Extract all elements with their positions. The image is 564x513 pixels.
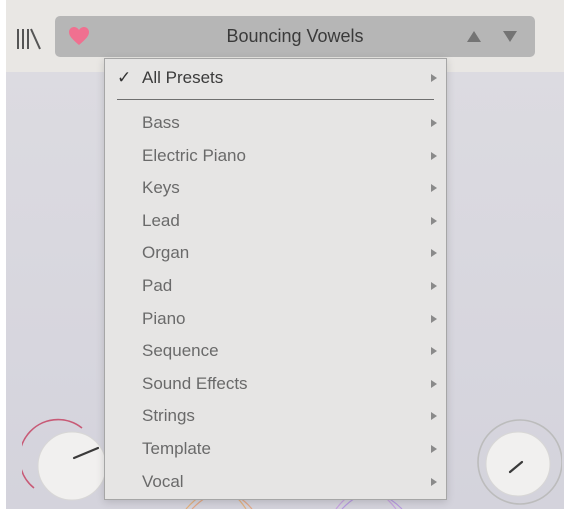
menu-item-label: Organ bbox=[142, 243, 190, 263]
menu-item-label: Bass bbox=[142, 113, 180, 132]
chevron-right-icon bbox=[431, 184, 437, 193]
menu-item-label: Vocal bbox=[142, 471, 184, 491]
menu-item-label: Sound Effects bbox=[142, 373, 248, 393]
menu-item-category[interactable]: Bass bbox=[105, 107, 446, 139]
menu-item-category[interactable]: Template bbox=[105, 433, 446, 465]
menu-item-label: Template bbox=[142, 439, 211, 458]
menu-item-category[interactable]: Electric Piano bbox=[105, 140, 446, 172]
menu-item-category[interactable]: Lead bbox=[105, 205, 446, 237]
menu-item-label: Piano bbox=[142, 308, 186, 328]
menu-item-category[interactable]: Strings bbox=[105, 400, 446, 432]
left-knob[interactable] bbox=[18, 418, 112, 508]
chevron-right-icon bbox=[431, 249, 437, 258]
menu-item-label: Strings bbox=[142, 406, 195, 426]
menu-item-label: Pad bbox=[142, 276, 173, 295]
chevron-right-icon bbox=[431, 379, 437, 388]
chevron-right-icon bbox=[431, 314, 437, 323]
chevron-right-icon bbox=[431, 282, 437, 290]
heart-icon[interactable] bbox=[68, 26, 90, 46]
menu-item-category[interactable]: Piano bbox=[105, 303, 446, 335]
preset-name[interactable]: Bouncing Vowels bbox=[115, 16, 475, 57]
chevron-right-icon bbox=[431, 347, 437, 356]
menu-item-label: Lead bbox=[142, 210, 180, 230]
menu-item-label: Sequence bbox=[142, 341, 219, 361]
chevron-right-icon bbox=[431, 119, 437, 127]
menu-item-category[interactable]: Organ bbox=[105, 237, 446, 269]
menu-item-label: All Presets bbox=[142, 68, 224, 87]
preset-filter-menu: ✓ All Presets Bass Electric Piano Keys Lead… bbox=[104, 58, 447, 500]
menu-item-category[interactable]: Keys bbox=[105, 172, 446, 204]
chevron-right-icon bbox=[431, 74, 437, 82]
chevron-right-icon bbox=[431, 412, 437, 421]
preset-selector[interactable]: Bouncing Vowels bbox=[55, 16, 535, 57]
menu-item-label: Keys bbox=[142, 178, 180, 198]
chevron-right-icon bbox=[431, 216, 437, 225]
menu-item-category[interactable]: Sequence bbox=[105, 335, 446, 367]
chevron-right-icon bbox=[431, 151, 437, 160]
library-icon[interactable] bbox=[16, 28, 42, 50]
chevron-right-icon bbox=[431, 477, 437, 486]
menu-separator bbox=[117, 99, 434, 100]
chevron-right-icon bbox=[431, 445, 437, 453]
triangle-down-icon[interactable] bbox=[502, 28, 518, 44]
menu-item-all-presets[interactable]: ✓ All Presets bbox=[105, 62, 446, 94]
menu-item-category[interactable]: Pad bbox=[105, 270, 446, 302]
triangle-up-icon[interactable] bbox=[466, 28, 482, 44]
checkmark-icon: ✓ bbox=[117, 68, 132, 87]
right-knob[interactable] bbox=[472, 416, 563, 506]
menu-item-category[interactable]: Vocal bbox=[105, 466, 446, 498]
menu-item-category[interactable]: Sound Effects bbox=[105, 368, 446, 400]
menu-item-label: Electric Piano bbox=[142, 145, 246, 165]
